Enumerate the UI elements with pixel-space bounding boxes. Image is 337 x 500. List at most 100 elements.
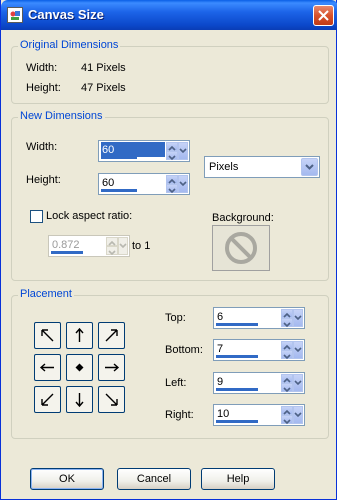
new-dimensions-title: New Dimensions: [18, 110, 105, 122]
aspect-ratio-input[interactable]: [51, 237, 105, 252]
bottom-spinner[interactable]: [213, 339, 305, 361]
arrow-down-icon: [283, 322, 291, 328]
height-up-button[interactable]: [166, 175, 178, 184]
arrow-right-icon: [105, 363, 120, 372]
anchor-bottom-button[interactable]: [66, 386, 93, 413]
lock-aspect-checkbox[interactable]: [30, 210, 43, 223]
bottom-input[interactable]: [216, 341, 280, 356]
right-spinner[interactable]: [213, 404, 305, 426]
right-down-button[interactable]: [281, 415, 293, 425]
bottom-slider-bar[interactable]: [216, 355, 258, 358]
bottom-dropdown-button[interactable]: [293, 341, 303, 359]
bottom-up-button[interactable]: [281, 341, 293, 350]
cancel-button[interactable]: Cancel: [117, 468, 191, 490]
units-dropdown-button[interactable]: [301, 158, 318, 176]
aspect-ratio-dropdown-button[interactable]: [118, 237, 128, 255]
top-input[interactable]: [216, 309, 280, 324]
chevron-down-icon: [179, 181, 187, 187]
top-spinner[interactable]: [213, 307, 305, 329]
aspect-ratio-slider-bar[interactable]: [51, 251, 83, 254]
aspect-ratio-spinner[interactable]: [48, 235, 130, 257]
left-up-button[interactable]: [281, 374, 293, 383]
arrow-down-icon: [108, 250, 116, 256]
arrow-down-icon: [283, 387, 291, 393]
width-up-button[interactable]: [166, 142, 178, 151]
right-up-button[interactable]: [281, 406, 293, 415]
right-dropdown-button[interactable]: [293, 406, 303, 424]
arrow-up-right-icon: [105, 329, 118, 342]
height-down-button[interactable]: [166, 184, 178, 194]
left-slider-bar[interactable]: [216, 388, 258, 391]
width-down-button[interactable]: [166, 151, 178, 161]
title-bar[interactable]: Canvas Size: [1, 0, 337, 30]
height-dropdown-button[interactable]: [178, 175, 188, 193]
right-slider-bar[interactable]: [216, 420, 258, 423]
arrow-down-left-icon: [41, 393, 54, 406]
original-height-label: Height:: [26, 82, 61, 94]
top-up-button[interactable]: [281, 309, 293, 318]
original-width-label: Width:: [26, 62, 58, 74]
lock-aspect-label: Lock aspect ratio:: [46, 210, 133, 222]
chevron-down-icon: [179, 148, 187, 154]
height-input[interactable]: [101, 175, 165, 190]
arrow-down-icon: [283, 354, 291, 360]
width-input[interactable]: [101, 142, 165, 157]
width-spinner[interactable]: [98, 140, 190, 162]
height-slider-bar[interactable]: [101, 189, 137, 192]
placement-title: Placement: [18, 288, 74, 300]
width-dropdown-button[interactable]: [178, 142, 188, 160]
arrow-down-right-icon: [105, 393, 118, 406]
app-icon: [7, 7, 23, 23]
aspect-ratio-spin-controls: [106, 237, 128, 256]
help-button[interactable]: Help: [201, 468, 275, 490]
left-dropdown-button[interactable]: [293, 374, 303, 392]
width-spin-controls: [166, 142, 188, 161]
left-down-button[interactable]: [281, 383, 293, 393]
top-label: Top:: [165, 312, 186, 324]
new-dimensions-group: New Dimensions Width: Pixels: [11, 110, 329, 281]
window-title: Canvas Size: [28, 7, 104, 22]
top-down-button[interactable]: [281, 318, 293, 328]
top-spin-controls: [281, 309, 303, 328]
chevron-down-icon: [294, 315, 302, 321]
height-spinner[interactable]: [98, 173, 190, 195]
right-label: Right:: [165, 409, 194, 421]
diamond-icon: [75, 363, 84, 372]
left-label: Left:: [165, 377, 187, 389]
chevron-down-icon: [294, 347, 302, 353]
anchor-left-button[interactable]: [34, 354, 61, 381]
anchor-top-left-button[interactable]: [34, 322, 61, 349]
left-spinner[interactable]: [213, 372, 305, 394]
top-slider-bar[interactable]: [216, 323, 258, 326]
no-entry-icon: [225, 232, 257, 264]
ok-button[interactable]: OK: [30, 468, 104, 490]
anchor-top-button[interactable]: [66, 322, 93, 349]
anchor-bottom-left-button[interactable]: [34, 386, 61, 413]
width-slider-bar[interactable]: [101, 156, 137, 159]
close-button[interactable]: [313, 5, 334, 26]
anchor-bottom-right-button[interactable]: [98, 386, 125, 413]
aspect-ratio-up-button[interactable]: [106, 237, 118, 246]
arrow-down-icon: [168, 155, 176, 161]
right-input[interactable]: [216, 406, 280, 421]
units-select[interactable]: Pixels: [204, 156, 320, 178]
anchor-center-button[interactable]: [66, 354, 93, 381]
right-spin-controls: [281, 406, 303, 425]
left-spin-controls: [281, 374, 303, 393]
anchor-top-right-button[interactable]: [98, 322, 125, 349]
left-input[interactable]: [216, 374, 280, 389]
arrow-up-icon: [75, 327, 84, 342]
chevron-down-icon: [294, 380, 302, 386]
anchor-right-button[interactable]: [98, 354, 125, 381]
original-width-value: 41 Pixels: [81, 62, 126, 74]
chevron-down-icon: [119, 243, 127, 249]
background-color-swatch[interactable]: [212, 225, 270, 271]
top-dropdown-button[interactable]: [293, 309, 303, 327]
placement-group: Placement Top: 6 Bottom: 7 Left: 9 Right…: [11, 288, 329, 439]
bottom-down-button[interactable]: [281, 350, 293, 360]
chevron-down-icon: [305, 164, 314, 170]
original-dimensions-title: Original Dimensions: [18, 39, 121, 51]
background-label: Background:: [212, 212, 274, 224]
bottom-spin-controls: [281, 341, 303, 360]
aspect-ratio-down-button[interactable]: [106, 246, 118, 256]
